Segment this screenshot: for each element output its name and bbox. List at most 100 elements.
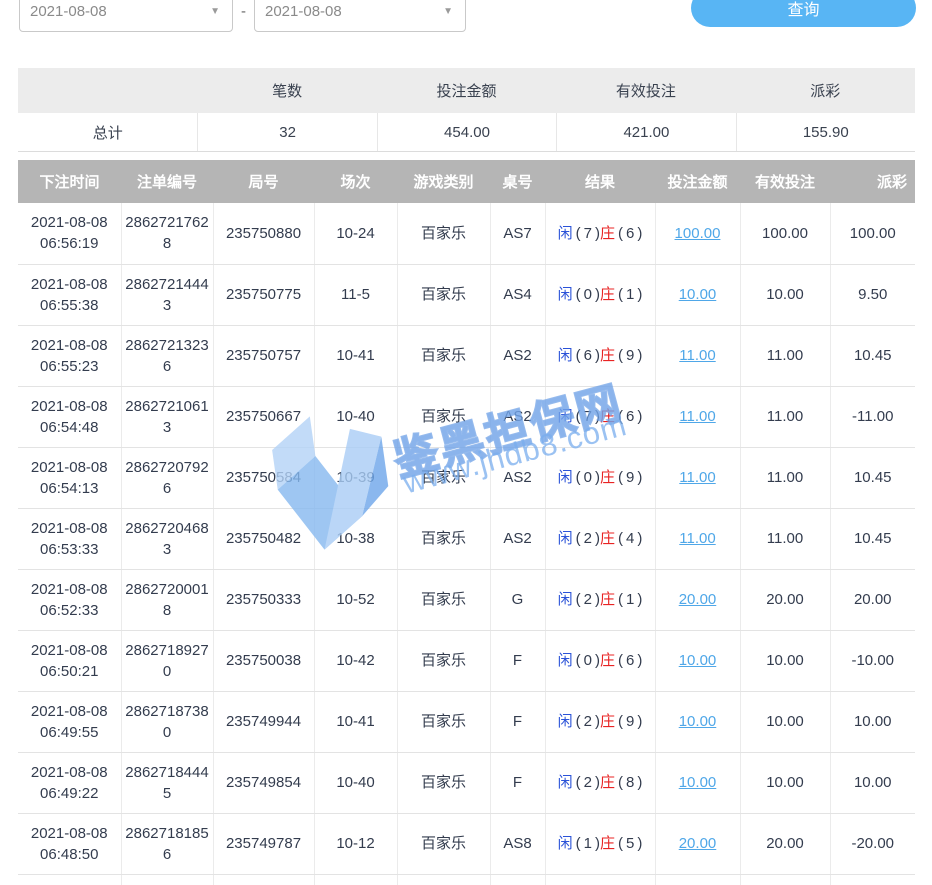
table-number-cell: G xyxy=(490,569,545,630)
bet-amount-link[interactable]: 20.00 xyxy=(679,591,717,608)
header-valid-bet: 有效投注 xyxy=(740,160,830,203)
bet-amount-cell: 10.00 xyxy=(655,691,740,752)
result-cell: 闲 ( 7 )庄 ( 6 ) xyxy=(545,386,655,447)
table-number-cell: AS2 xyxy=(490,325,545,386)
query-button[interactable]: 查询 xyxy=(691,0,916,27)
bet-amount-link[interactable]: 10.00 xyxy=(679,713,717,730)
payout-cell: -20.00 xyxy=(830,813,915,874)
empty-cell xyxy=(121,874,213,885)
bet-time-cell: 2021-08-08 06:52:33 xyxy=(18,569,121,630)
banker-result: 庄 xyxy=(600,347,615,364)
summary-total-label: 总计 xyxy=(18,113,197,151)
summary-header-count: 笔数 xyxy=(197,68,376,113)
player-result: 闲 xyxy=(558,469,573,486)
bet-amount-link[interactable]: 10.00 xyxy=(679,774,717,791)
bet-amount-link[interactable]: 11.00 xyxy=(679,408,715,425)
payout-cell: -11.00 xyxy=(830,386,915,447)
round-number-cell: 235750584 xyxy=(213,447,314,508)
bet-amount-link[interactable]: 20.00 xyxy=(679,835,717,852)
header-payout: 派彩 xyxy=(830,160,915,203)
table-row: 2021-08-08 06:52:33286272000182357503331… xyxy=(18,569,915,630)
bet-number-cell: 28627181856 xyxy=(121,813,213,874)
table-row: 2021-08-08 06:55:38286272144432357507751… xyxy=(18,264,915,325)
bet-number-cell: 28627184445 xyxy=(121,752,213,813)
payout-cell: -10.00 xyxy=(830,630,915,691)
bet-time-cell: 2021-08-08 06:49:22 xyxy=(18,752,121,813)
empty-cell xyxy=(545,874,655,885)
empty-cell xyxy=(397,874,490,885)
date-from-select[interactable]: 2021-08-08 ▼ xyxy=(19,0,233,32)
banker-result: 庄 xyxy=(600,835,615,852)
table-row: 2021-08-08 06:53:33286272046832357504821… xyxy=(18,508,915,569)
payout-cell: 20.00 xyxy=(830,569,915,630)
player-result: 闲 xyxy=(558,713,573,730)
bet-amount-link[interactable]: 100.00 xyxy=(675,225,721,242)
date-to-select[interactable]: 2021-08-08 ▼ xyxy=(254,0,466,32)
bet-number-cell: 28627189270 xyxy=(121,630,213,691)
valid-bet-cell: 20.00 xyxy=(740,813,830,874)
result-cell: 闲 ( 0 )庄 ( 1 ) xyxy=(545,264,655,325)
round-number-cell: 235749944 xyxy=(213,691,314,752)
session-cell: 10-40 xyxy=(314,752,397,813)
header-bet-amount: 投注金额 xyxy=(655,160,740,203)
bet-time-cell: 2021-08-08 06:49:55 xyxy=(18,691,121,752)
bet-amount-link[interactable]: 11.00 xyxy=(679,469,715,486)
player-result: 闲 xyxy=(558,652,573,669)
session-cell: 10-41 xyxy=(314,691,397,752)
bet-number-cell: 28627200018 xyxy=(121,569,213,630)
bet-table-header-row: 下注时间 注单编号 局号 场次 游戏类别 桌号 结果 投注金额 有效投注 派彩 xyxy=(18,160,915,203)
banker-result: 庄 xyxy=(600,774,615,791)
table-number-cell: AS2 xyxy=(490,508,545,569)
table-row: 2021-08-08 06:54:13286272079262357505841… xyxy=(18,447,915,508)
bet-time-cell: 2021-08-08 06:55:38 xyxy=(18,264,121,325)
round-number-cell: 235750667 xyxy=(213,386,314,447)
header-game-type: 游戏类别 xyxy=(397,160,490,203)
bet-time-cell: 2021-08-08 06:55:23 xyxy=(18,325,121,386)
banker-result: 庄 xyxy=(600,286,615,303)
date-to-value: 2021-08-08 xyxy=(265,3,342,20)
game-type-cell: 百家乐 xyxy=(397,813,490,874)
bet-amount-cell: 10.00 xyxy=(655,630,740,691)
player-result: 闲 xyxy=(558,225,573,242)
round-number-cell: 235749854 xyxy=(213,752,314,813)
summary-header-bet-amount: 投注金额 xyxy=(377,68,556,113)
table-number-cell: F xyxy=(490,691,545,752)
bet-amount-cell: 10.00 xyxy=(655,752,740,813)
table-number-cell: AS2 xyxy=(490,386,545,447)
banker-result: 庄 xyxy=(600,469,615,486)
bet-amount-link[interactable]: 10.00 xyxy=(679,286,717,303)
player-result: 闲 xyxy=(558,347,573,364)
banker-result: 庄 xyxy=(600,652,615,669)
table-number-cell: AS4 xyxy=(490,264,545,325)
bet-amount-cell: 11.00 xyxy=(655,508,740,569)
summary-header-payout: 派彩 xyxy=(736,68,915,113)
bet-time-cell: 2021-08-08 06:48:50 xyxy=(18,813,121,874)
bet-amount-link[interactable]: 10.00 xyxy=(679,652,717,669)
game-type-cell: 百家乐 xyxy=(397,325,490,386)
valid-bet-cell: 20.00 xyxy=(740,569,830,630)
summary-total-valid-bet: 421.00 xyxy=(556,113,735,151)
bet-amount-link[interactable]: 11.00 xyxy=(679,530,715,547)
valid-bet-cell: 10.00 xyxy=(740,264,830,325)
table-number-cell: AS8 xyxy=(490,813,545,874)
top-controls: 2021-08-08 ▼ - 2021-08-08 ▼ xyxy=(19,0,466,32)
table-number-cell: F xyxy=(490,630,545,691)
bet-table: 下注时间 注单编号 局号 场次 游戏类别 桌号 结果 投注金额 有效投注 派彩 … xyxy=(18,160,915,885)
player-result: 闲 xyxy=(558,835,573,852)
valid-bet-cell: 11.00 xyxy=(740,386,830,447)
round-number-cell: 235750038 xyxy=(213,630,314,691)
valid-bet-cell: 11.00 xyxy=(740,325,830,386)
bet-number-cell: 28627217628 xyxy=(121,203,213,264)
empty-cell xyxy=(314,874,397,885)
bet-amount-link[interactable]: 11.00 xyxy=(679,347,715,364)
summary-total-bet-amount: 454.00 xyxy=(377,113,556,151)
summary-header-valid-bet: 有效投注 xyxy=(556,68,735,113)
valid-bet-cell: 10.00 xyxy=(740,691,830,752)
bet-amount-cell: 20.00 xyxy=(655,813,740,874)
table-number-cell: AS7 xyxy=(490,203,545,264)
date-range-separator: - xyxy=(241,3,246,20)
bet-amount-cell: 20.00 xyxy=(655,569,740,630)
bet-number-cell: 28627210613 xyxy=(121,386,213,447)
payout-cell: 100.00 xyxy=(830,203,915,264)
player-result: 闲 xyxy=(558,286,573,303)
